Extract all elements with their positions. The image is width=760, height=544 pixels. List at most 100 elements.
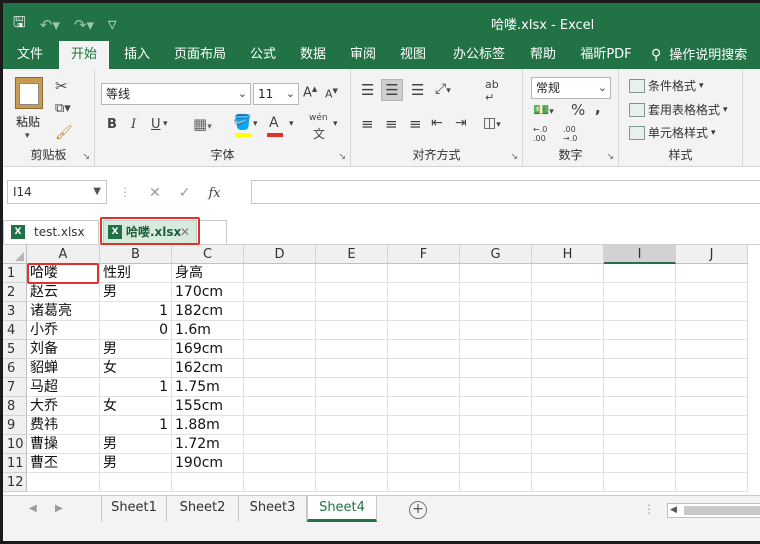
cell-b8[interactable]: 女: [100, 397, 172, 416]
redo-icon[interactable]: ↷▾: [74, 16, 94, 34]
cell-e6[interactable]: [316, 359, 388, 378]
cell-h3[interactable]: [532, 302, 604, 321]
sheet-tab-sheet3[interactable]: Sheet3: [239, 496, 307, 522]
cell-j12[interactable]: [676, 473, 748, 492]
cell-a2[interactable]: 赵云: [27, 283, 100, 302]
cell-i10[interactable]: [604, 435, 676, 454]
cell-j1[interactable]: [676, 264, 748, 283]
undo-icon[interactable]: ↶▾: [40, 16, 60, 34]
column-header-h[interactable]: H: [532, 245, 604, 264]
cell-g10[interactable]: [460, 435, 532, 454]
sheet-tab-sheet2[interactable]: Sheet2: [167, 496, 239, 522]
font-launcher-icon[interactable]: ↘: [338, 152, 346, 162]
tab-insert[interactable]: 插入: [115, 41, 159, 69]
cell-b6[interactable]: 女: [100, 359, 172, 378]
tab-page-layout[interactable]: 页面布局: [165, 41, 235, 69]
row-header[interactable]: 10: [3, 435, 27, 454]
cell-f4[interactable]: [388, 321, 460, 340]
cell-f10[interactable]: [388, 435, 460, 454]
tab-data[interactable]: 数据: [291, 41, 335, 69]
align-left-icon[interactable]: ≡: [361, 115, 374, 133]
next-sheet-icon[interactable]: ▶: [55, 503, 63, 514]
cell-i9[interactable]: [604, 416, 676, 435]
cell-f3[interactable]: [388, 302, 460, 321]
alignment-launcher-icon[interactable]: ↘: [510, 152, 518, 162]
cell-h11[interactable]: [532, 454, 604, 473]
cell-b2[interactable]: 男: [100, 283, 172, 302]
insert-function-button[interactable]: fx: [208, 186, 220, 201]
formula-bar-grip-icon[interactable]: ⋮: [119, 185, 131, 199]
increase-decimal-button[interactable]: ←.0 .00: [533, 125, 559, 143]
cell-a7[interactable]: 马超: [27, 378, 100, 397]
cell-d3[interactable]: [244, 302, 316, 321]
cell-i7[interactable]: [604, 378, 676, 397]
tab-help[interactable]: 帮助: [521, 41, 565, 69]
fill-dropdown-icon[interactable]: ▾: [253, 119, 258, 129]
align-right-icon[interactable]: ≡: [409, 115, 422, 133]
tab-review[interactable]: 审阅: [341, 41, 385, 69]
cell-h7[interactable]: [532, 378, 604, 397]
cell-g4[interactable]: [460, 321, 532, 340]
cell-i2[interactable]: [604, 283, 676, 302]
row-header[interactable]: 6: [3, 359, 27, 378]
comma-style-button[interactable]: ,: [595, 99, 601, 117]
column-header-b[interactable]: B: [100, 245, 172, 264]
cell-f6[interactable]: [388, 359, 460, 378]
row-header[interactable]: 5: [3, 340, 27, 359]
cell-f12[interactable]: [388, 473, 460, 492]
italic-button[interactable]: I: [131, 117, 136, 132]
cell-f7[interactable]: [388, 378, 460, 397]
cell-c1[interactable]: 身高: [172, 264, 244, 283]
cell-i11[interactable]: [604, 454, 676, 473]
cell-i4[interactable]: [604, 321, 676, 340]
cell-d7[interactable]: [244, 378, 316, 397]
grow-font-icon[interactable]: A▲: [303, 85, 317, 100]
cell-h6[interactable]: [532, 359, 604, 378]
prev-sheet-icon[interactable]: ◀: [29, 503, 37, 514]
phonetic-dropdown-icon[interactable]: ▾: [333, 119, 338, 129]
cell-g9[interactable]: [460, 416, 532, 435]
cell-c11[interactable]: 190cm: [172, 454, 244, 473]
font-color-icon[interactable]: A: [269, 115, 279, 131]
column-header-f[interactable]: F: [388, 245, 460, 264]
cell-g1[interactable]: [460, 264, 532, 283]
format-as-table-button[interactable]: 套用表格格式 ▾: [629, 101, 728, 118]
cancel-icon[interactable]: ✕: [149, 185, 161, 201]
paste-label[interactable]: 粘贴: [16, 113, 40, 130]
row-header[interactable]: 7: [3, 378, 27, 397]
copy-icon[interactable]: ⧉▾: [55, 101, 71, 116]
cell-c5[interactable]: 169cm: [172, 340, 244, 359]
row-header[interactable]: 2: [3, 283, 27, 302]
cell-c2[interactable]: 170cm: [172, 283, 244, 302]
font-size-select[interactable]: 11 ⌄: [253, 83, 299, 105]
cell-e3[interactable]: [316, 302, 388, 321]
cell-d4[interactable]: [244, 321, 316, 340]
cell-e1[interactable]: [316, 264, 388, 283]
align-bottom-icon[interactable]: ☰: [411, 81, 424, 99]
cell-c8[interactable]: 155cm: [172, 397, 244, 416]
cell-a9[interactable]: 费祎: [27, 416, 100, 435]
cell-i12[interactable]: [604, 473, 676, 492]
tab-formulas[interactable]: 公式: [241, 41, 285, 69]
format-painter-icon[interactable]: 🖌: [55, 125, 73, 141]
shrink-font-icon[interactable]: A▼: [325, 87, 338, 101]
cell-c9[interactable]: 1.88m: [172, 416, 244, 435]
row-header[interactable]: 1: [3, 264, 27, 283]
bold-button[interactable]: B: [107, 117, 117, 132]
cell-j3[interactable]: [676, 302, 748, 321]
column-header-d[interactable]: D: [244, 245, 316, 264]
cell-a5[interactable]: 刘备: [27, 340, 100, 359]
cell-d12[interactable]: [244, 473, 316, 492]
column-header-a[interactable]: A: [27, 245, 100, 264]
cell-a8[interactable]: 大乔: [27, 397, 100, 416]
cell-e11[interactable]: [316, 454, 388, 473]
cell-i8[interactable]: [604, 397, 676, 416]
customize-icon[interactable]: ▽: [108, 18, 116, 31]
row-header[interactable]: 3: [3, 302, 27, 321]
cell-f1[interactable]: [388, 264, 460, 283]
cell-f11[interactable]: [388, 454, 460, 473]
cell-c12[interactable]: [172, 473, 244, 492]
cell-styles-button[interactable]: 单元格样式 ▾: [629, 124, 716, 141]
cell-a10[interactable]: 曹操: [27, 435, 100, 454]
decrease-indent-icon[interactable]: ⇤: [431, 115, 443, 131]
